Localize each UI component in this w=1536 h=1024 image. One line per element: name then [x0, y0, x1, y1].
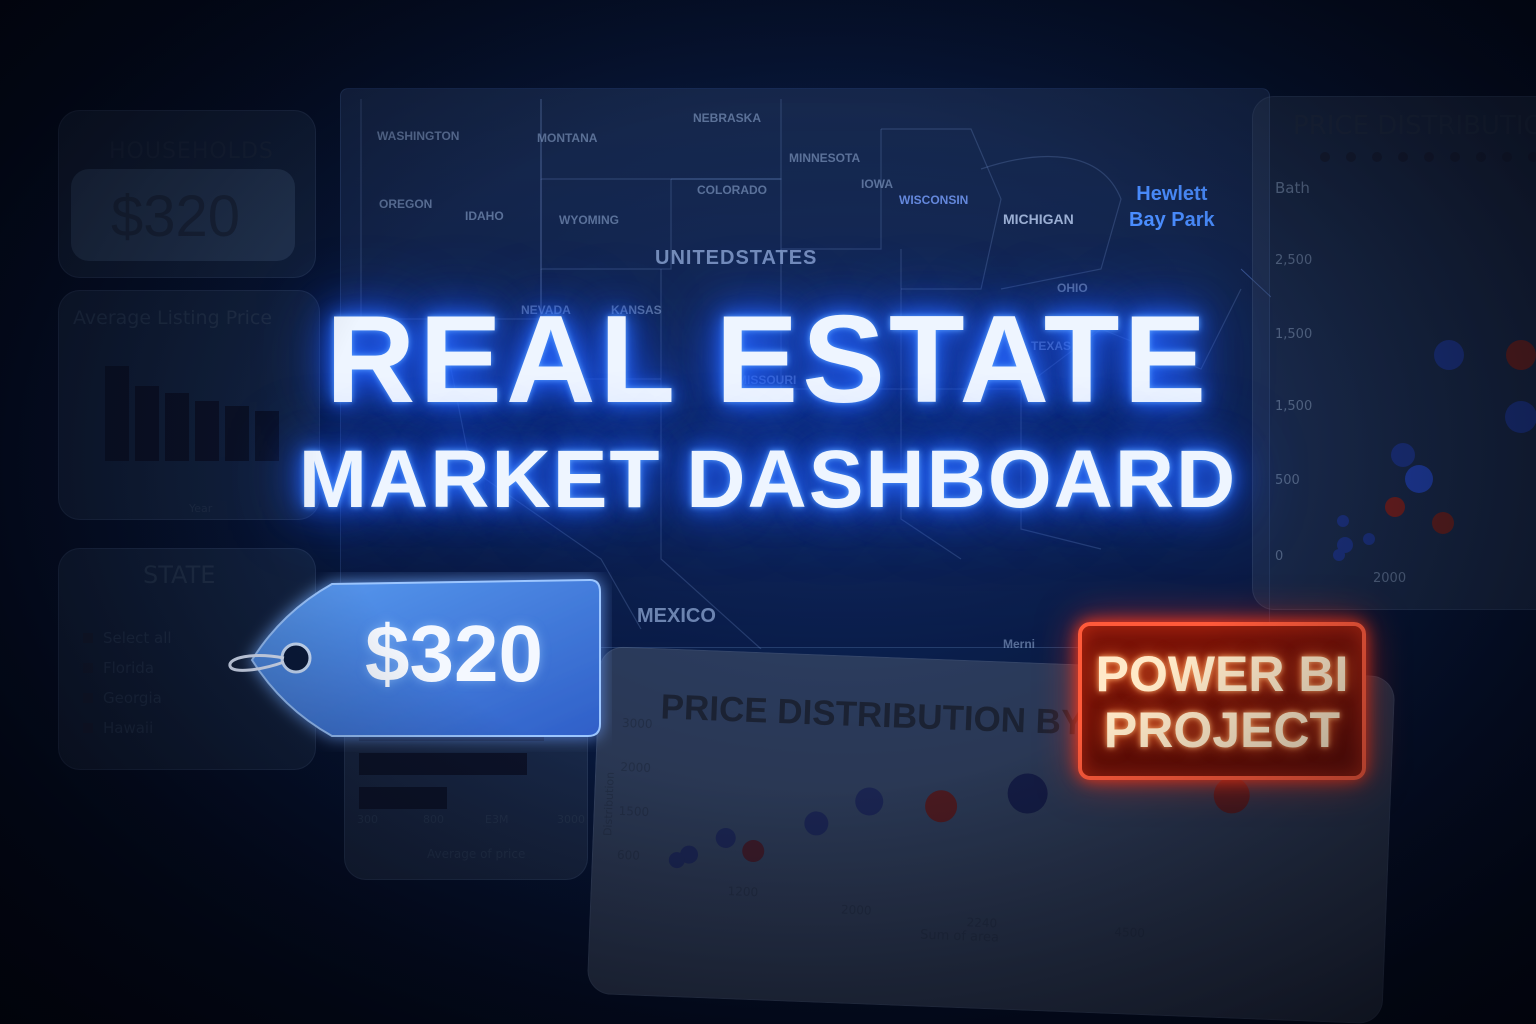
headline-line-2: MARKET DASHBOARD: [298, 434, 1238, 525]
bl-x-tick: 800: [423, 813, 444, 826]
map-label-wyoming: WYOMING: [559, 213, 619, 227]
checkbox-icon: [83, 633, 93, 643]
badge-line-1: POWER BI: [1095, 646, 1349, 702]
map-label-iowa: IOWA: [861, 177, 893, 191]
horizontal-bar-3: [359, 787, 447, 809]
checkbox-icon: [83, 723, 93, 733]
horizontal-bar-2: [359, 753, 527, 775]
bl-x-tick: 300: [357, 813, 378, 826]
dashboard-scene: HOUSEHOLDS $320 Average Listing Price Ye…: [0, 0, 1536, 1024]
map-label-nebraska: NEBRASKA: [693, 111, 762, 125]
bottom-x-tick: 4500: [1114, 924, 1146, 941]
bl-x-tick: 3000: [557, 813, 585, 826]
bottom-x-tick: 2240: [966, 915, 998, 931]
bottom-x-tick: 1200: [727, 884, 759, 900]
map-label-merni: Merni: [1003, 637, 1036, 651]
bottom-x-tick: 2000: [840, 902, 872, 918]
bubble: [925, 790, 958, 823]
bubble: [855, 787, 884, 816]
headline-line-1: REAL ESTATE: [325, 291, 1211, 429]
bottom-x-label: Sum of area: [919, 927, 1000, 946]
state-option-select-all[interactable]: Select all: [83, 629, 172, 647]
map-label-oregon: OREGON: [379, 197, 433, 211]
kpi-value: $320: [111, 184, 241, 249]
kpi-caption: HOUSEHOLDS: [109, 139, 274, 164]
map-label-wisconsin: WISCONSIN: [899, 193, 969, 207]
kpi-value-box: $320: [71, 169, 295, 261]
bubble: [742, 840, 765, 863]
map-label-idaho: IDAHO: [465, 209, 504, 223]
right-x-tick: 2000: [1373, 571, 1407, 586]
kpi-card: HOUSEHOLDS $320: [58, 110, 316, 278]
map-label-washington: WASHINGTON: [377, 129, 460, 143]
bubble: [1333, 549, 1345, 561]
checkbox-icon: [83, 663, 93, 673]
state-option-florida[interactable]: Florida: [83, 659, 154, 677]
power-bi-project-badge: POWER BI PROJECT: [1078, 622, 1366, 780]
map-label-colorado: COLORADO: [697, 183, 767, 197]
map-label-minnesota: MINNESOTA: [789, 151, 861, 165]
bl-x-label: Average of price: [427, 847, 526, 861]
checkbox-icon: [83, 693, 93, 703]
state-option-georgia[interactable]: Georgia: [83, 689, 162, 707]
hero-headline: REAL ESTATE MARKET DASHBOARD: [0, 290, 1536, 530]
bubble: [804, 811, 829, 836]
state-filter-title: STATE: [143, 561, 216, 589]
price-tag-value: $320: [365, 609, 543, 698]
map-label-mexico: MEXICO: [637, 605, 716, 627]
state-option-hawaii[interactable]: Hawaii: [83, 719, 153, 737]
map-label-united-states: UNITEDSTATES: [655, 247, 818, 269]
map-label-michigan: MICHIGAN: [1003, 211, 1074, 227]
bubble: [715, 827, 736, 848]
bl-x-tick: E3M: [485, 813, 509, 826]
badge-line-2: PROJECT: [1103, 702, 1341, 758]
map-label-montana: MONTANA: [537, 131, 598, 145]
bubble: [1007, 773, 1048, 814]
bubble: [1213, 777, 1250, 814]
map-label-hewlett-bay-park: Hewlett Bay Park: [1129, 183, 1215, 231]
bubble: [1363, 533, 1375, 545]
